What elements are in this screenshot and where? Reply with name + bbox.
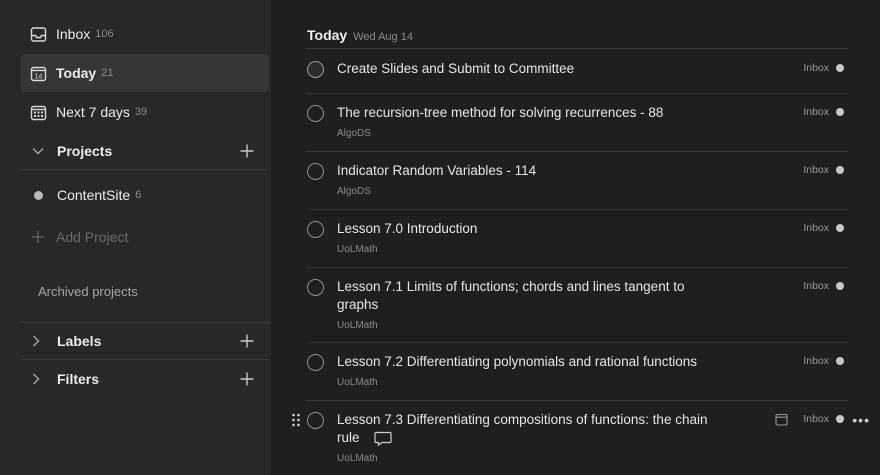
task-project[interactable]: Inbox <box>803 222 844 234</box>
sidebar-item-today[interactable]: 14 Today 21 <box>21 54 269 92</box>
sidebar-item-count: 21 <box>101 67 114 79</box>
task-project-label: Inbox <box>803 106 829 118</box>
sidebar: Inbox 106 14 Today 21 Next 7 days 39 Pro… <box>0 0 271 475</box>
plus-icon <box>31 230 45 244</box>
filters-section-header[interactable]: Filters <box>21 361 269 397</box>
schedule-calendar-icon[interactable] <box>775 413 788 426</box>
task-content[interactable]: Lesson 7.2 Differentiating polynomials a… <box>337 353 717 392</box>
project-color-dot <box>836 357 844 365</box>
add-label-plus-icon[interactable] <box>239 333 255 349</box>
divider <box>307 151 848 152</box>
task-title: Lesson 7.3 Differentiating compositions … <box>337 412 708 445</box>
sidebar-item-count: 39 <box>134 106 148 118</box>
sidebar-item-count: 106 <box>95 28 114 40</box>
task-checkbox[interactable] <box>307 354 324 371</box>
task-checkbox[interactable] <box>307 221 324 238</box>
task-checkbox[interactable] <box>307 61 324 78</box>
add-project-label: Add Project <box>56 229 129 245</box>
project-color-dot <box>836 282 844 290</box>
task-content[interactable]: Create Slides and Submit to Committee <box>337 60 717 78</box>
divider <box>21 359 269 360</box>
project-color-dot <box>34 190 43 200</box>
calendar-week-icon <box>30 104 47 121</box>
task-subproject: AlgoDS <box>337 186 371 197</box>
filters-header-label: Filters <box>57 371 100 387</box>
task-project[interactable]: Inbox <box>803 62 844 74</box>
sidebar-item-label: Next 7 days <box>56 104 130 120</box>
sidebar-item-label: Today <box>56 65 97 81</box>
task-subproject: AlgoDS <box>337 128 371 139</box>
page-date: Wed Aug 14 <box>353 31 413 43</box>
task-title: Lesson 7.1 Limits of functions; chords a… <box>337 279 685 312</box>
calendar-today-icon: 14 <box>30 65 47 82</box>
task-checkbox[interactable] <box>307 163 324 180</box>
project-color-dot <box>836 224 844 232</box>
sidebar-item-next-7-days[interactable]: Next 7 days 39 <box>21 93 269 131</box>
more-options-icon[interactable]: ••• <box>852 412 870 428</box>
divider <box>307 93 848 94</box>
task-title: Create Slides and Submit to Committee <box>337 61 575 76</box>
task-content[interactable]: Indicator Random Variables - 114 AlgoDS <box>337 162 717 201</box>
task-project-label: Inbox <box>803 355 829 367</box>
task-project-label: Inbox <box>803 280 829 292</box>
comment-icon[interactable] <box>373 431 392 447</box>
divider <box>307 209 848 210</box>
divider <box>307 48 848 49</box>
task-checkbox[interactable] <box>307 412 324 429</box>
task-content[interactable]: The recursion-tree method for solving re… <box>337 104 717 143</box>
labels-header-label: Labels <box>57 333 102 349</box>
day-header: Today Wed Aug 14 <box>307 27 413 43</box>
project-color-dot <box>836 64 844 72</box>
task-project-label: Inbox <box>803 413 829 425</box>
chevron-down-icon[interactable] <box>32 147 46 155</box>
task-project-label: Inbox <box>803 222 829 234</box>
task-project[interactable]: Inbox <box>803 280 844 292</box>
inbox-icon <box>30 26 47 43</box>
projects-section-header[interactable]: Projects <box>21 133 269 169</box>
task-project[interactable]: Inbox <box>803 413 844 425</box>
task-project[interactable]: Inbox <box>803 164 844 176</box>
add-filter-plus-icon[interactable] <box>239 371 255 387</box>
main-content: Today Wed Aug 14 Create Slides and Submi… <box>271 0 880 475</box>
add-project-button[interactable]: Add Project <box>21 226 128 248</box>
chevron-right-icon[interactable] <box>32 373 46 385</box>
drag-handle-icon[interactable] <box>291 413 301 427</box>
calendar-day-number: 14 <box>35 73 43 80</box>
task-content[interactable]: Lesson 7.0 Introduction UoLMath <box>337 220 717 259</box>
task-title: Indicator Random Variables - 114 <box>337 163 537 178</box>
project-color-dot <box>836 108 844 116</box>
add-project-plus-icon[interactable] <box>239 143 255 159</box>
project-color-dot <box>836 415 844 423</box>
project-item-contentsite[interactable]: ContentSite 6 <box>21 178 269 212</box>
project-color-dot <box>836 166 844 174</box>
divider <box>21 169 269 170</box>
task-content[interactable]: Lesson 7.3 Differentiating compositions … <box>337 411 727 468</box>
divider <box>307 267 848 268</box>
task-project[interactable]: Inbox <box>803 355 844 367</box>
task-project[interactable]: Inbox <box>803 106 844 118</box>
projects-header-label: Projects <box>57 143 113 159</box>
divider <box>307 342 848 343</box>
chevron-right-icon[interactable] <box>32 335 46 347</box>
task-title: Lesson 7.2 Differentiating polynomials a… <box>337 354 697 369</box>
page-title: Today <box>307 27 348 43</box>
archived-projects-link[interactable]: Archived projects <box>38 284 138 299</box>
sidebar-item-label: Inbox <box>56 26 91 42</box>
task-subproject: UoLMath <box>337 244 378 255</box>
task-project-label: Inbox <box>803 164 829 176</box>
task-title: The recursion-tree method for solving re… <box>337 105 664 120</box>
task-subproject: UoLMath <box>337 453 378 464</box>
project-count: 6 <box>135 189 142 201</box>
task-subproject: UoLMath <box>337 320 378 331</box>
task-subproject: UoLMath <box>337 377 378 388</box>
labels-section-header[interactable]: Labels <box>21 323 269 359</box>
task-checkbox[interactable] <box>307 279 324 296</box>
task-content[interactable]: Lesson 7.1 Limits of functions; chords a… <box>337 278 707 335</box>
sidebar-item-inbox[interactable]: Inbox 106 <box>21 15 269 53</box>
task-title: Lesson 7.0 Introduction <box>337 221 478 236</box>
task-project-label: Inbox <box>803 62 829 74</box>
divider <box>307 400 848 401</box>
project-label: ContentSite <box>57 187 131 203</box>
task-checkbox[interactable] <box>307 105 324 122</box>
